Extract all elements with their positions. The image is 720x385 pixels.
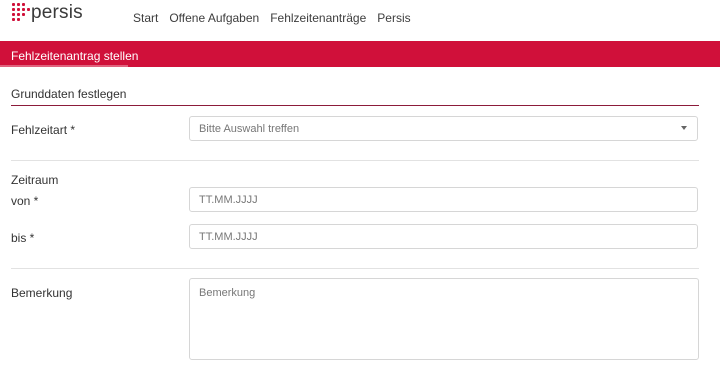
remark-placeholder: Bemerkung — [199, 287, 256, 299]
from-date-placeholder: TT.MM.JJJJ — [199, 194, 258, 206]
main-nav: Start Offene Aufgaben Fehlzeitenanträge … — [133, 11, 411, 25]
top-navigation: persis Start Offene Aufgaben Fehlzeitena… — [0, 0, 720, 40]
title-underline — [0, 65, 128, 67]
remark-textarea[interactable]: Bemerkung — [189, 278, 699, 360]
page-title: Fehlzeitenantrag stellen — [11, 49, 139, 63]
period-label: Zeitraum — [11, 173, 59, 187]
chevron-down-icon — [681, 126, 687, 130]
remark-label: Bemerkung — [11, 286, 73, 300]
nav-item-absence-requests[interactable]: Fehlzeitenanträge — [270, 11, 366, 25]
persis-logo[interactable]: persis — [12, 3, 83, 23]
absence-type-select[interactable]: Bitte Auswahl treffen — [189, 116, 698, 141]
from-label: von * — [11, 194, 39, 208]
from-date-input[interactable]: TT.MM.JJJJ — [189, 187, 698, 212]
page-title-bar: Fehlzeitenantrag stellen — [0, 41, 720, 67]
nav-item-open-tasks[interactable]: Offene Aufgaben — [169, 11, 259, 25]
logo-text: persis — [31, 2, 83, 23]
to-date-placeholder: TT.MM.JJJJ — [199, 231, 258, 243]
absence-type-label: Fehlzeitart * — [11, 123, 76, 137]
divider — [11, 268, 699, 269]
section-title: Grunddaten festlegen — [11, 87, 127, 101]
to-label: bis * — [11, 231, 35, 245]
absence-type-placeholder: Bitte Auswahl treffen — [199, 123, 300, 135]
divider — [11, 160, 699, 161]
to-date-input[interactable]: TT.MM.JJJJ — [189, 224, 698, 249]
logo-dots-icon — [12, 3, 30, 23]
section-rule — [11, 105, 699, 106]
nav-item-persis[interactable]: Persis — [377, 11, 410, 25]
nav-item-start[interactable]: Start — [133, 11, 158, 25]
